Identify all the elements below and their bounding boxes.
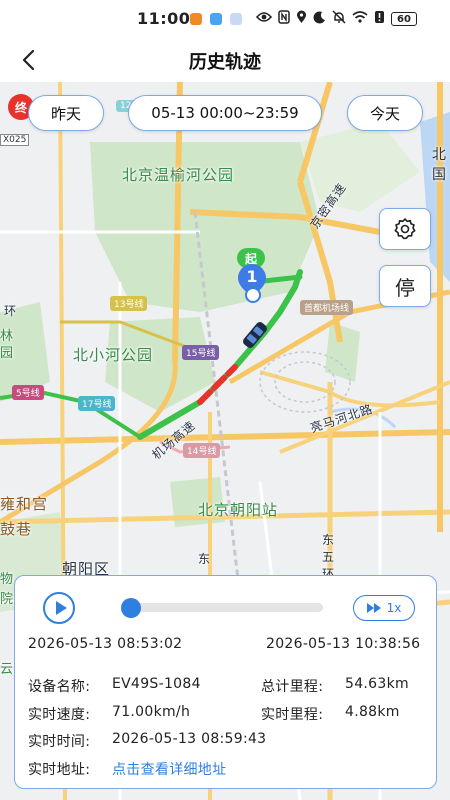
speed-value: 71.00km/h xyxy=(112,704,191,720)
map-label-edge: 院 xyxy=(0,592,15,607)
map-label-poi: 鼓巷 xyxy=(0,520,33,538)
map-label-edge: 北 xyxy=(432,147,447,163)
metro-line-tag: 14号线 xyxy=(183,443,221,458)
realtime-time-label: 实时时间: xyxy=(28,734,91,750)
playback-slider-track[interactable] xyxy=(123,603,323,612)
device-name-label: 设备名称: xyxy=(28,679,91,695)
metro-line-tag: 17号线 xyxy=(78,396,116,411)
end-time: 2026-05-13 10:38:56 xyxy=(266,636,421,652)
map-label-station: 北京朝阳站 xyxy=(198,501,279,519)
view-address-link[interactable]: 点击查看详细地址 xyxy=(112,759,226,779)
settings-button[interactable] xyxy=(379,208,431,250)
metro-line-tag: 13号线 xyxy=(110,296,148,311)
date-range-button[interactable]: 05-13 00:00~23:59 xyxy=(128,95,322,131)
map-label-edge: 国 xyxy=(432,167,447,183)
page-title: 历史轨迹 xyxy=(189,52,261,73)
header: 历史轨迹 xyxy=(0,38,450,82)
start-time: 2026-05-13 08:53:02 xyxy=(28,636,183,652)
play-button[interactable] xyxy=(43,592,75,624)
status-bar: 11:00 60 xyxy=(0,0,450,38)
playback-speed-button[interactable]: 1x xyxy=(353,595,415,621)
map-label-edge: 园 xyxy=(0,346,15,361)
map-label-edge: 物 xyxy=(0,572,15,587)
status-icons: 60 xyxy=(255,10,417,28)
app-notification-icon xyxy=(190,13,202,25)
total-mileage-label: 总计里程: xyxy=(261,679,324,695)
fast-forward-icon xyxy=(366,603,381,613)
map-label-park: 北小河公园 xyxy=(73,346,154,364)
realtime-mileage-value: 4.88km xyxy=(345,704,400,720)
battery-indicator: 60 xyxy=(391,12,417,26)
speed-label: 1x xyxy=(386,601,402,615)
status-time: 11:00 xyxy=(137,9,191,28)
location-icon xyxy=(296,10,307,28)
map-label-edge: 云 xyxy=(0,662,15,677)
total-mileage-value: 54.63km xyxy=(345,676,409,692)
map-label-road: 东 xyxy=(198,552,212,566)
gear-icon xyxy=(394,218,416,240)
eye-icon xyxy=(255,11,273,27)
map-label-road-code: X025 xyxy=(0,134,30,146)
playback-panel: 1x 2026-05-13 08:53:02 2026-05-13 10:38:… xyxy=(14,575,437,789)
metro-line-tag: 首都机场线 xyxy=(300,300,354,315)
play-icon xyxy=(55,601,67,615)
map-label-edge: 环 xyxy=(4,304,18,318)
alert-icon xyxy=(374,10,385,28)
map-label-park: 北京温榆河公园 xyxy=(122,166,235,184)
stop-button[interactable]: 停 xyxy=(379,265,431,307)
wifi-icon xyxy=(352,11,368,27)
moon-icon xyxy=(313,10,326,28)
today-button[interactable]: 今天 xyxy=(347,95,423,131)
realtime-time-value: 2026-05-13 08:59:43 xyxy=(112,731,267,747)
app-notification-icon xyxy=(210,13,222,25)
yesterday-button[interactable]: 昨天 xyxy=(28,95,104,131)
metro-line-tag: 15号线 xyxy=(182,345,220,360)
device-name-value: EV49S-1084 xyxy=(112,676,201,692)
mute-icon xyxy=(332,10,346,28)
nfc-icon xyxy=(278,10,290,28)
speed-label-text: 实时速度: xyxy=(28,707,91,723)
map-label-poi: 雍和宫 xyxy=(0,495,49,513)
address-label: 实时地址: xyxy=(28,762,91,778)
app-notification-icon xyxy=(230,13,242,25)
metro-line-tag: 5号线 xyxy=(12,385,44,400)
realtime-mileage-label: 实时里程: xyxy=(261,707,324,723)
start-point-ring xyxy=(245,287,261,303)
pin-number: 1 xyxy=(246,267,258,286)
playback-slider-thumb[interactable] xyxy=(121,598,141,618)
